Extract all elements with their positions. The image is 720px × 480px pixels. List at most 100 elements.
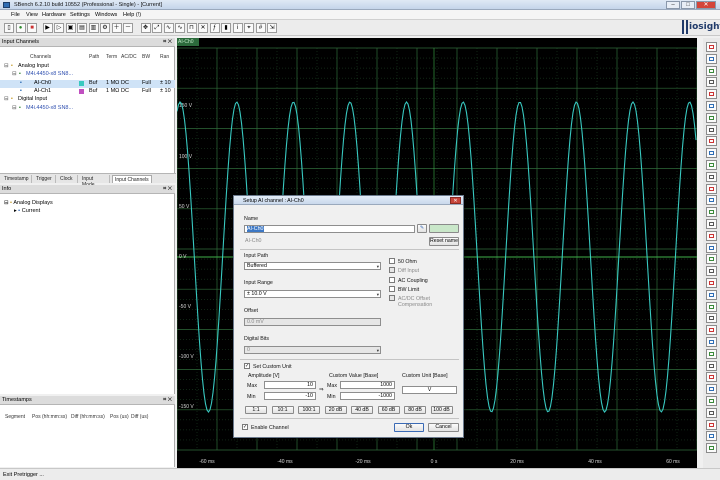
info-icon[interactable]: i (232, 23, 243, 33)
stop-icon[interactable]: ■ (27, 23, 37, 33)
grid-icon[interactable]: # (255, 23, 266, 33)
checkbox-bw-limit[interactable] (389, 285, 395, 292)
col-channels[interactable]: Channels (30, 54, 51, 63)
color-icon[interactable] (706, 183, 717, 194)
channel-cell[interactable]: Full (142, 88, 151, 94)
tab-input-channels[interactable]: Input Channels (112, 175, 152, 183)
more-icon[interactable] (706, 396, 717, 406)
expand-icon[interactable]: ▸ (14, 208, 17, 214)
col-diff-us[interactable]: Diff (us) (131, 414, 148, 423)
cancel-button[interactable]: Cancel (428, 423, 459, 432)
col-pos-us[interactable]: Pos (us) (110, 414, 129, 423)
channel-cell[interactable]: Buf (89, 88, 97, 94)
collapse-icon[interactable]: ⊟ (4, 63, 9, 69)
panel-close-icon[interactable]: ⌗ ✕ (163, 397, 172, 404)
run-icon[interactable]: ▷ (54, 23, 64, 33)
channel-cell[interactable]: DC (121, 88, 129, 94)
tab-trigger[interactable]: Trigger (34, 175, 56, 183)
more5-icon[interactable] (706, 443, 717, 454)
list-icon[interactable] (706, 254, 717, 265)
custom-unit-field[interactable]: V (402, 386, 457, 394)
enable-channel-checkbox[interactable]: ✓ (242, 424, 248, 430)
amp-max-field[interactable]: 10 (264, 381, 316, 389)
zoom-out-icon[interactable] (706, 53, 717, 64)
channel-tree-row[interactable]: ⊟ ▪ Analog Input (0, 63, 175, 71)
custom-max-field[interactable]: 1000 (340, 381, 395, 389)
channel-cell[interactable]: 1 MΩ (106, 88, 119, 94)
ratio-button-80-db[interactable]: 80 dB (404, 406, 426, 414)
maximize-button[interactable]: □ (681, 1, 695, 9)
channel-cell[interactable]: 1 MΩ (106, 80, 119, 86)
ratio-button-1-1[interactable]: 1:1 (245, 406, 267, 414)
ratio-button-10-1[interactable]: 10:1 (271, 406, 294, 414)
digital-bits-select[interactable]: 0 ▾ (244, 346, 381, 354)
menu-file[interactable]: File (11, 12, 20, 18)
more2-icon[interactable] (706, 407, 717, 418)
channel-tree-row[interactable]: ▪ AI-Ch0 Buf 1 MΩ DC Full ± 10 (0, 79, 175, 88)
ratio-button-20-db[interactable]: 20 dB (324, 406, 347, 414)
open-icon[interactable]: ▤ (77, 23, 87, 33)
zoom-x-icon[interactable] (706, 77, 717, 88)
scale-icon[interactable] (706, 301, 717, 312)
collapse-icon[interactable]: ⊟ (12, 71, 17, 77)
col-diff-time[interactable]: Diff (hh:mm:ss) (71, 414, 105, 423)
checkbox-diff-input[interactable] (389, 267, 395, 274)
grid-icon[interactable] (706, 160, 717, 170)
export-icon[interactable] (706, 195, 717, 206)
xy-display-icon[interactable]: ✕ (198, 23, 208, 33)
overlay-icon[interactable] (706, 289, 717, 300)
legend-icon[interactable] (706, 171, 717, 182)
measure-icon[interactable] (706, 136, 717, 147)
start-icon[interactable]: ▶ (42, 23, 53, 33)
channel-cell[interactable]: Buf (89, 80, 97, 86)
tab-input-mode[interactable]: Input Mode (80, 175, 110, 188)
pan-icon[interactable] (706, 101, 717, 111)
math-icon[interactable] (706, 372, 717, 383)
zoom-in-icon[interactable] (706, 42, 717, 52)
minimize-button[interactable]: – (666, 1, 680, 9)
ratio-button-40-db[interactable]: 40 dB (351, 406, 373, 414)
channels-icon[interactable] (706, 360, 717, 371)
marker-icon[interactable] (706, 124, 717, 135)
channel-cell[interactable]: ± 10 (160, 80, 171, 86)
channel-cell[interactable]: ± 10 (160, 88, 171, 94)
channel-cell[interactable]: Full (142, 80, 151, 86)
name-field[interactable]: AI-Ch0 (244, 225, 415, 233)
collapse-icon[interactable]: ⊟ (4, 96, 9, 102)
zoom-y-icon[interactable] (706, 89, 717, 100)
amp-min-field[interactable]: -10 (264, 392, 316, 400)
input-range-select[interactable]: ± 10.0 V ▾ (244, 290, 381, 298)
print-icon[interactable] (706, 219, 717, 229)
col-bw[interactable]: BW (142, 54, 150, 63)
checkbox-50-ohm[interactable] (389, 258, 395, 264)
channel-cell[interactable]: DC (121, 80, 129, 86)
tree-item-current[interactable]: ▸ ▪ Current (14, 208, 189, 216)
zoom-in-icon[interactable]: ＋ (111, 23, 122, 33)
channel-tree-row[interactable]: ⊟ ▪ Digital Input (0, 96, 175, 104)
marker-icon[interactable]: ⌖ (244, 23, 254, 33)
menu-help[interactable]: Help (!) (123, 12, 141, 18)
more4-icon[interactable] (706, 431, 717, 442)
menu-settings[interactable]: Settings (70, 12, 90, 18)
fit-icon[interactable]: ⤢ (152, 23, 162, 33)
tab-timestamp[interactable]: Timestamp (2, 175, 32, 183)
collapse-icon[interactable]: ⊟ (4, 200, 9, 206)
col-segment[interactable]: Segment (5, 414, 25, 423)
close-button[interactable]: ✕ (696, 1, 716, 9)
offset-field[interactable]: 0.0 mV (244, 318, 381, 326)
undo-icon[interactable] (706, 337, 717, 347)
fft-icon[interactable]: ƒ (209, 23, 220, 33)
checkbox-ac-dc-offset-compensation[interactable] (389, 295, 395, 302)
settings-icon[interactable] (706, 230, 717, 241)
tab-clock[interactable]: Clock (58, 175, 78, 183)
fft-icon[interactable] (706, 148, 717, 159)
menu-view[interactable]: View (26, 12, 38, 18)
ratio-button-100-db[interactable]: 100 dB (430, 406, 453, 414)
checkbox-ac-coupling[interactable] (389, 276, 395, 283)
record-icon[interactable]: ● (15, 23, 26, 33)
col-pos-time[interactable]: Pos (hh:mm:ss) (32, 414, 67, 423)
tree-item-analog-displays[interactable]: ⊟ ▪ Analog Displays (4, 200, 179, 208)
digital-display-icon[interactable]: ⊓ (186, 23, 197, 33)
reset-name-button[interactable]: Reset name (429, 237, 459, 246)
analog-display-icon[interactable]: ∿ (175, 23, 185, 33)
